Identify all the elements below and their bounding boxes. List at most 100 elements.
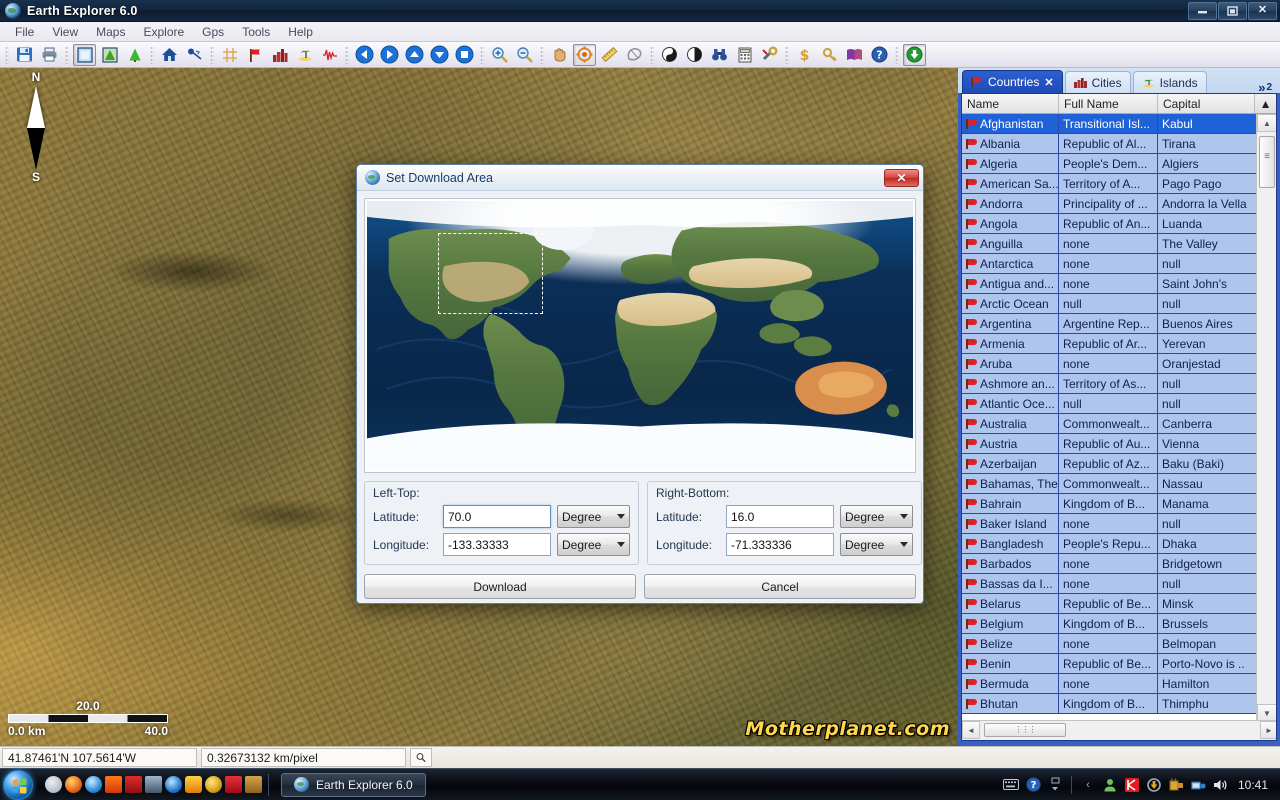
table-row[interactable]: BeninRepublic of Be...Porto-Novo is .. xyxy=(962,654,1257,674)
day-night-icon[interactable] xyxy=(658,44,681,66)
nav-down-icon[interactable] xyxy=(428,44,451,66)
home-icon[interactable] xyxy=(158,44,181,66)
tab-cities[interactable]: Cities xyxy=(1065,71,1131,93)
earthquake-icon[interactable] xyxy=(318,44,341,66)
table-row[interactable]: AzerbaijanRepublic of Az...Baku (Baki) xyxy=(962,454,1257,474)
table-row[interactable]: BelizenoneBelmopan xyxy=(962,634,1257,654)
app-icon[interactable] xyxy=(185,776,202,793)
zoom-out-icon[interactable] xyxy=(513,44,536,66)
scroll-up-arrow[interactable]: ▲ xyxy=(1257,114,1277,132)
right-bottom-latitude-unit-select[interactable]: Degree xyxy=(840,505,913,528)
scroll-thumb-vertical[interactable] xyxy=(1259,136,1275,188)
menu-gps[interactable]: Gps xyxy=(193,23,233,41)
save-icon[interactable] xyxy=(13,44,36,66)
tools-icon[interactable] xyxy=(758,44,781,66)
toolbar-grip-10[interactable] xyxy=(895,46,899,64)
toolbar-grip-9[interactable] xyxy=(785,46,789,64)
menu-maps[interactable]: Maps xyxy=(87,23,134,41)
left-top-longitude-input[interactable] xyxy=(443,533,551,556)
toolbar-grip-7[interactable] xyxy=(540,46,544,64)
media-icon[interactable] xyxy=(105,776,122,793)
nav-stop-icon[interactable] xyxy=(453,44,476,66)
table-row[interactable]: BahrainKingdom of B...Manama xyxy=(962,494,1257,514)
minimize-button[interactable] xyxy=(1188,2,1217,20)
help-icon[interactable]: ? xyxy=(868,44,891,66)
layer-square-icon[interactable] xyxy=(73,44,96,66)
calculator-icon[interactable] xyxy=(733,44,756,66)
overflow-icon[interactable] xyxy=(1047,777,1063,793)
menu-view[interactable]: View xyxy=(43,23,87,41)
pan-hand-icon[interactable] xyxy=(548,44,571,66)
table-row[interactable]: Bahamas, TheCommonwealt...Nassau xyxy=(962,474,1257,494)
tab-overflow-button[interactable]: » 2 xyxy=(1254,71,1276,93)
table-row[interactable]: AustriaRepublic of Au...Vienna xyxy=(962,434,1257,454)
table-vertical-scrollbar[interactable]: ▲ ▼ xyxy=(1256,114,1276,722)
close-button[interactable]: ✕ xyxy=(1248,2,1277,20)
grid-icon[interactable] xyxy=(218,44,241,66)
toolbar-grip-4[interactable] xyxy=(210,46,214,64)
toolbar-grip-6[interactable] xyxy=(480,46,484,64)
network-icon[interactable] xyxy=(1190,777,1206,793)
target-icon[interactable] xyxy=(573,44,596,66)
tree-icon[interactable] xyxy=(123,44,146,66)
keyboard-icon[interactable] xyxy=(1003,777,1019,793)
print-icon[interactable] xyxy=(38,44,61,66)
tab-countries[interactable]: Countries ✕ xyxy=(962,70,1063,93)
scroll-thumb-horizontal[interactable] xyxy=(984,723,1066,737)
toolbar-grip[interactable] xyxy=(5,46,9,64)
pin-icon[interactable] xyxy=(125,776,142,793)
table-row[interactable]: AndorraPrincipality of ...Andorra la Vel… xyxy=(962,194,1257,214)
volume-icon[interactable] xyxy=(1212,777,1228,793)
update-icon[interactable] xyxy=(1146,777,1162,793)
opera-icon[interactable] xyxy=(205,776,222,793)
table-row[interactable]: American Sa...Territory of A...Pago Pago xyxy=(962,174,1257,194)
scroll-right-arrow[interactable]: ► xyxy=(1260,721,1277,739)
chevron-left-icon[interactable]: ‹ xyxy=(1080,777,1096,793)
city-icon[interactable] xyxy=(268,44,291,66)
tab-islands[interactable]: Islands xyxy=(1133,71,1207,93)
book-icon[interactable] xyxy=(843,44,866,66)
search-icon[interactable] xyxy=(410,748,432,767)
explorer-icon[interactable] xyxy=(245,776,262,793)
menu-tools[interactable]: Tools xyxy=(233,23,279,41)
scroll-left-arrow[interactable]: ◄ xyxy=(962,721,980,739)
nav-up-icon[interactable] xyxy=(403,44,426,66)
taskbar-clock[interactable]: 10:41 xyxy=(1234,778,1272,792)
dialog-close-button[interactable]: ✕ xyxy=(884,169,919,187)
maximize-button[interactable] xyxy=(1218,2,1247,20)
menu-file[interactable]: File xyxy=(6,23,43,41)
table-row[interactable]: Bassas da I...nonenull xyxy=(962,574,1257,594)
nav-right-icon[interactable] xyxy=(378,44,401,66)
toolbar-grip-5[interactable] xyxy=(345,46,349,64)
start-button[interactable] xyxy=(3,770,33,800)
flag-icon[interactable] xyxy=(243,44,266,66)
table-row[interactable]: BarbadosnoneBridgetown xyxy=(962,554,1257,574)
column-header-full-name[interactable]: Full Name xyxy=(1059,94,1158,113)
toolbar-grip-3[interactable] xyxy=(150,46,154,64)
table-row[interactable]: ArubanoneOranjestad xyxy=(962,354,1257,374)
menu-help[interactable]: Help xyxy=(279,23,322,41)
toolbar-grip-2[interactable] xyxy=(65,46,69,64)
download-icon[interactable] xyxy=(903,44,926,66)
table-row[interactable]: ArgentinaArgentine Rep...Buenos Aires xyxy=(962,314,1257,334)
help-icon[interactable]: ? xyxy=(1025,777,1041,793)
table-row[interactable]: BelgiumKingdom of B...Brussels xyxy=(962,614,1257,634)
table-row[interactable]: AnguillanoneThe Valley xyxy=(962,234,1257,254)
cancel-button[interactable]: Cancel xyxy=(644,574,916,599)
pin-drop-icon[interactable] xyxy=(183,44,206,66)
toolbar-grip-8[interactable] xyxy=(650,46,654,64)
nav-left-icon[interactable] xyxy=(353,44,376,66)
java-icon[interactable] xyxy=(45,776,62,793)
table-row[interactable]: BangladeshPeople's Repu...Dhaka xyxy=(962,534,1257,554)
table-row[interactable]: AngolaRepublic of An...Luanda xyxy=(962,214,1257,234)
table-row[interactable]: AfghanistanTransitional Isl...Kabul xyxy=(962,114,1257,134)
taskbar-item-earth-explorer[interactable]: Earth Explorer 6.0 xyxy=(281,773,426,797)
terrain-icon[interactable] xyxy=(98,44,121,66)
ruler-icon[interactable] xyxy=(598,44,621,66)
column-header-name[interactable]: Name xyxy=(962,94,1059,113)
column-header-capital[interactable]: Capital xyxy=(1158,94,1255,113)
ie-icon[interactable] xyxy=(165,776,182,793)
zoom-in-icon[interactable] xyxy=(488,44,511,66)
table-row[interactable]: BermudanoneHamilton xyxy=(962,674,1257,694)
table-row[interactable]: Antigua and...noneSaint John's xyxy=(962,274,1257,294)
